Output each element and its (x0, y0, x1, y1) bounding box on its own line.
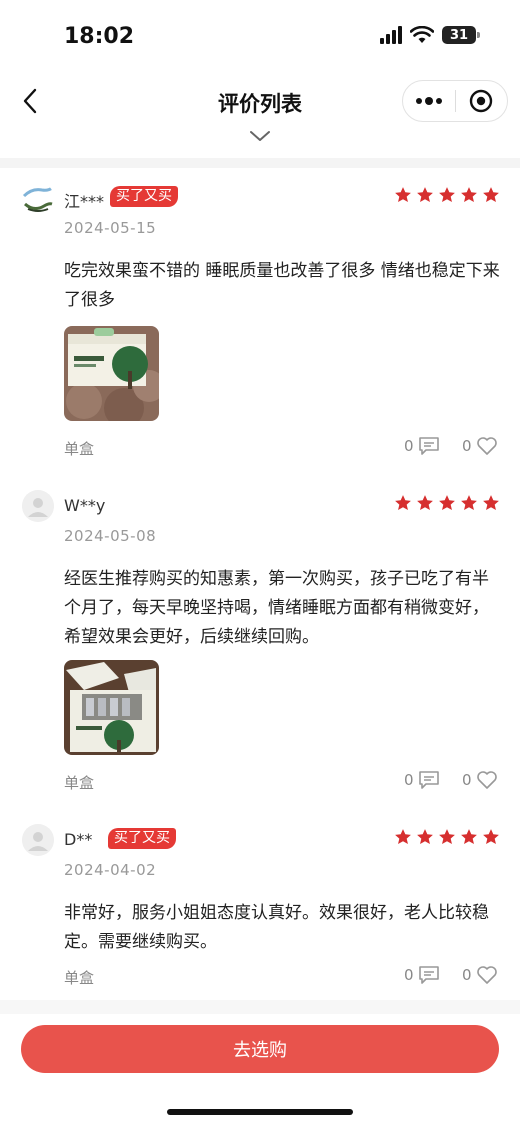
comment-count: 0 (404, 771, 414, 789)
home-indicator[interactable] (167, 1109, 353, 1115)
comment-icon (418, 437, 439, 455)
product-photo-image (64, 326, 159, 421)
comment-icon (418, 966, 439, 984)
more-button[interactable] (403, 81, 455, 121)
comment-count: 0 (404, 437, 414, 455)
review-text: 非常好，服务小姐姐态度认真好。效果很好，老人比较稳定。需要继续购买。 (64, 903, 489, 952)
review-text: 经医生推荐购买的知惠素，第一次购买，孩子已吃了有半个月了，每天早晚坚持喝，情绪睡… (64, 569, 489, 647)
star-icon (417, 187, 433, 203)
comment-count: 0 (404, 966, 414, 984)
review-item: W**y 2024-05-08 经医生推荐购买的知惠素，第一次购买，孩子已吃了有… (0, 490, 520, 810)
star-icon (483, 187, 499, 203)
battery-icon: 31 (442, 26, 480, 44)
star-icon (461, 495, 477, 511)
star-icon (439, 187, 455, 203)
more-dot-icon (415, 98, 422, 104)
user-name: 江*** (64, 192, 105, 211)
review-date: 2024-04-02 (64, 861, 157, 879)
status-time: 18:02 (64, 24, 135, 49)
more-dot-icon (435, 98, 442, 104)
rebuy-badge: 买了又买 (108, 828, 176, 849)
close-miniapp-button[interactable] (455, 81, 507, 121)
product-photo-image (64, 660, 159, 755)
star-icon (395, 829, 411, 845)
star-icon (461, 829, 477, 845)
section-divider (0, 158, 520, 168)
landscape-avatar-icon (22, 186, 53, 212)
star-icon (483, 829, 499, 845)
star-icon (483, 495, 499, 511)
product-spec: 单盒 (64, 774, 95, 792)
cellular-signal-icon (380, 26, 402, 44)
star-rating (394, 186, 500, 204)
product-spec: 单盒 (64, 969, 95, 987)
avatar (22, 490, 54, 522)
go-shopping-button[interactable]: 去选购 (21, 1025, 499, 1073)
review-date: 2024-05-15 (64, 219, 157, 237)
review-footer: 单盒 0 0 (64, 436, 498, 460)
user-name: D** (64, 830, 93, 849)
default-user-icon (22, 824, 54, 856)
more-dot-icon (424, 97, 433, 105)
heart-icon (476, 771, 497, 789)
comment-button[interactable]: 0 (404, 436, 440, 456)
bottom-divider (0, 1000, 520, 1014)
target-icon (470, 89, 493, 113)
wifi-icon (410, 26, 434, 43)
star-icon (439, 495, 455, 511)
like-count: 0 (462, 966, 472, 984)
review-photo[interactable] (64, 660, 159, 755)
status-icons: 31 (380, 26, 480, 44)
default-user-icon (22, 490, 54, 522)
star-icon (417, 829, 433, 845)
miniapp-capsule (402, 80, 508, 122)
review-item: D** 买了又买 2024-04-02 非常好，服务小姐姐态度认真好。效果很好，… (0, 824, 520, 994)
like-button[interactable]: 0 (462, 965, 498, 985)
like-button[interactable]: 0 (462, 770, 498, 790)
like-count: 0 (462, 771, 472, 789)
avatar (22, 824, 54, 856)
star-icon (461, 187, 477, 203)
star-icon (395, 187, 411, 203)
comment-button[interactable]: 0 (404, 965, 440, 985)
rebuy-badge: 买了又买 (110, 186, 178, 207)
review-date: 2024-05-08 (64, 527, 157, 545)
avatar (22, 182, 54, 214)
like-count: 0 (462, 437, 472, 455)
product-spec: 单盒 (64, 440, 95, 458)
heart-icon (476, 437, 497, 455)
bottom-bar: 去选购 (0, 1014, 520, 1127)
status-bar: 18:02 31 (0, 0, 520, 78)
review-footer: 单盒 0 0 (64, 965, 498, 989)
star-icon (417, 495, 433, 511)
review-item: 江*** 买了又买 2024-05-15 吃完效果蛮不错的 睡眠质量也改善了很多… (0, 182, 520, 472)
heart-icon (476, 966, 497, 984)
user-name: W**y (64, 496, 106, 515)
comment-icon (418, 771, 439, 789)
star-rating (394, 494, 500, 512)
like-button[interactable]: 0 (462, 436, 498, 456)
review-footer: 单盒 0 0 (64, 770, 498, 794)
comment-button[interactable]: 0 (404, 770, 440, 790)
chevron-down-icon[interactable] (248, 128, 272, 144)
nav-bar: 评价列表 (0, 78, 520, 158)
review-photo[interactable] (64, 326, 159, 421)
star-icon (439, 829, 455, 845)
review-text: 吃完效果蛮不错的 睡眠质量也改善了很多 情绪也稳定下来了很多 (64, 261, 500, 310)
star-icon (395, 495, 411, 511)
star-rating (394, 828, 500, 846)
